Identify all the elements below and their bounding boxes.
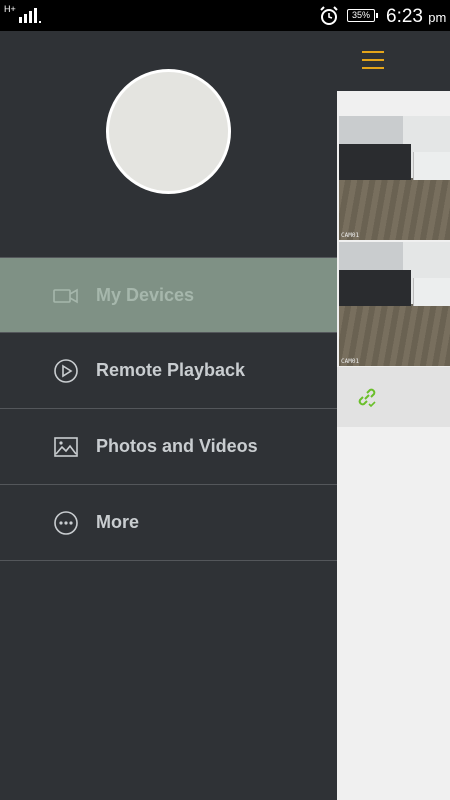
camera-thumbnail[interactable]: CAM01 [339, 242, 450, 366]
drawer-menu: My Devices Remote Playback Photos and Vi… [0, 257, 337, 561]
camera-label: CAM01 [341, 232, 360, 239]
status-bar: H+ 35% 6:23 pm [0, 0, 450, 31]
image-icon [54, 437, 78, 457]
hamburger-menu-icon[interactable] [362, 51, 384, 73]
link-connected-icon[interactable] [355, 385, 379, 409]
menu-item-label: More [96, 512, 140, 532]
menu-item-photos-and-videos[interactable]: Photos and Videos [0, 409, 337, 485]
device-list: CAM01 CAM01 [337, 91, 450, 800]
app-header [337, 31, 450, 91]
play-circle-icon [54, 359, 78, 383]
signal-icon [19, 8, 41, 23]
clock: 6:23 pm [386, 6, 446, 28]
navigation-drawer: My Devices Remote Playback Photos and Vi… [0, 31, 337, 800]
menu-item-my-devices[interactable]: My Devices [0, 257, 337, 333]
menu-item-label: Photos and Videos [96, 436, 258, 456]
camera-label: CAM01 [341, 358, 360, 365]
battery-indicator: 35% [347, 9, 378, 22]
device-toolbar [337, 367, 450, 427]
menu-item-label: My Devices [96, 285, 195, 305]
menu-item-remote-playback[interactable]: Remote Playback [0, 333, 337, 409]
avatar[interactable] [106, 69, 231, 194]
camera-thumbnail[interactable]: CAM01 [339, 116, 450, 240]
menu-item-label: Remote Playback [96, 360, 246, 380]
more-dots-icon [54, 511, 78, 535]
video-camera-icon [53, 288, 78, 304]
menu-item-more[interactable]: More [0, 485, 337, 561]
clock-time: 6:23 [386, 6, 423, 27]
alarm-clock-icon [320, 6, 338, 25]
network-type: H+ [4, 4, 16, 14]
clock-ampm: pm [428, 10, 447, 25]
